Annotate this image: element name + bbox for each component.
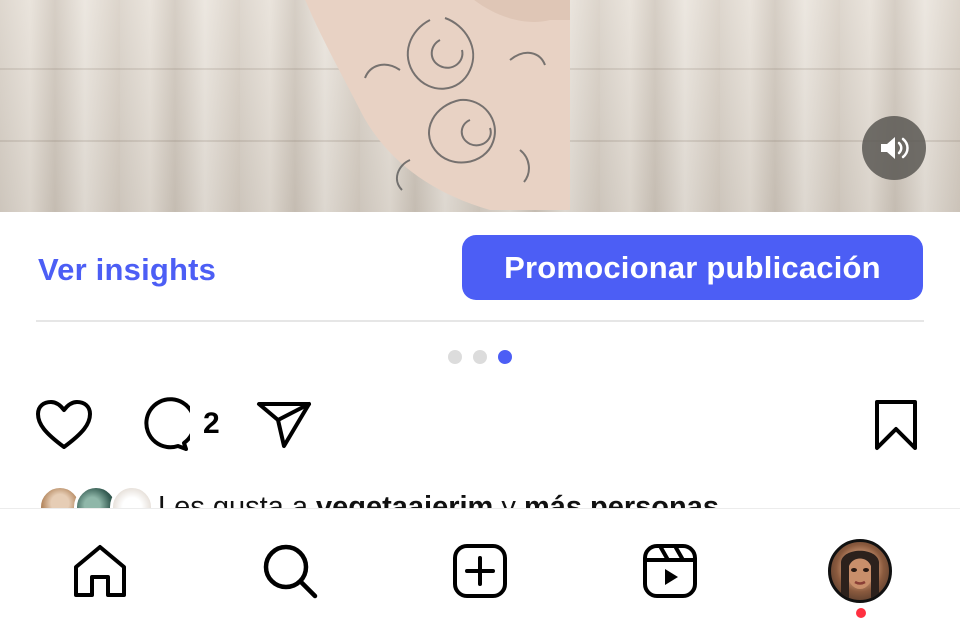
- profile-photo: [841, 550, 879, 600]
- instagram-post-screen: Ver insights Promocionar publicación 2 L…: [0, 0, 960, 640]
- bookmark-icon: [875, 400, 917, 450]
- bottom-nav: [0, 508, 960, 640]
- share-button[interactable]: [254, 395, 314, 455]
- speaker-icon: [881, 137, 909, 159]
- promote-post-button[interactable]: Promocionar publicación: [462, 235, 923, 300]
- nav-profile[interactable]: [828, 539, 892, 603]
- search-icon: [263, 544, 318, 599]
- nav-reels[interactable]: [638, 539, 702, 603]
- carousel-dot: [473, 350, 487, 364]
- comment-count: 2: [203, 407, 220, 440]
- insights-promote-row: Ver insights Promocionar publicación: [0, 212, 960, 320]
- create-icon: [453, 544, 507, 598]
- carousel-dot: [448, 350, 462, 364]
- comment-button[interactable]: [132, 395, 192, 455]
- reels-icon: [643, 544, 697, 598]
- like-button[interactable]: [34, 395, 94, 455]
- tattooed-foot-image: [305, 0, 570, 210]
- comment-icon: [144, 397, 190, 451]
- carousel-dot-active: [498, 350, 512, 364]
- post-actions-bar: 2: [0, 395, 960, 455]
- sound-toggle-button[interactable]: [862, 116, 926, 180]
- post-media[interactable]: [0, 0, 960, 212]
- nav-home[interactable]: [68, 539, 132, 603]
- home-icon: [74, 545, 126, 597]
- view-insights-link[interactable]: Ver insights: [38, 252, 216, 288]
- heart-icon: [36, 400, 92, 449]
- nav-create[interactable]: [448, 539, 512, 603]
- share-icon: [257, 402, 311, 448]
- carousel-indicator: [0, 350, 960, 364]
- nav-search[interactable]: [258, 539, 322, 603]
- profile-notification-dot: [856, 608, 866, 618]
- profile-avatar: [828, 539, 892, 603]
- divider: [36, 320, 924, 322]
- save-button[interactable]: [868, 395, 924, 455]
